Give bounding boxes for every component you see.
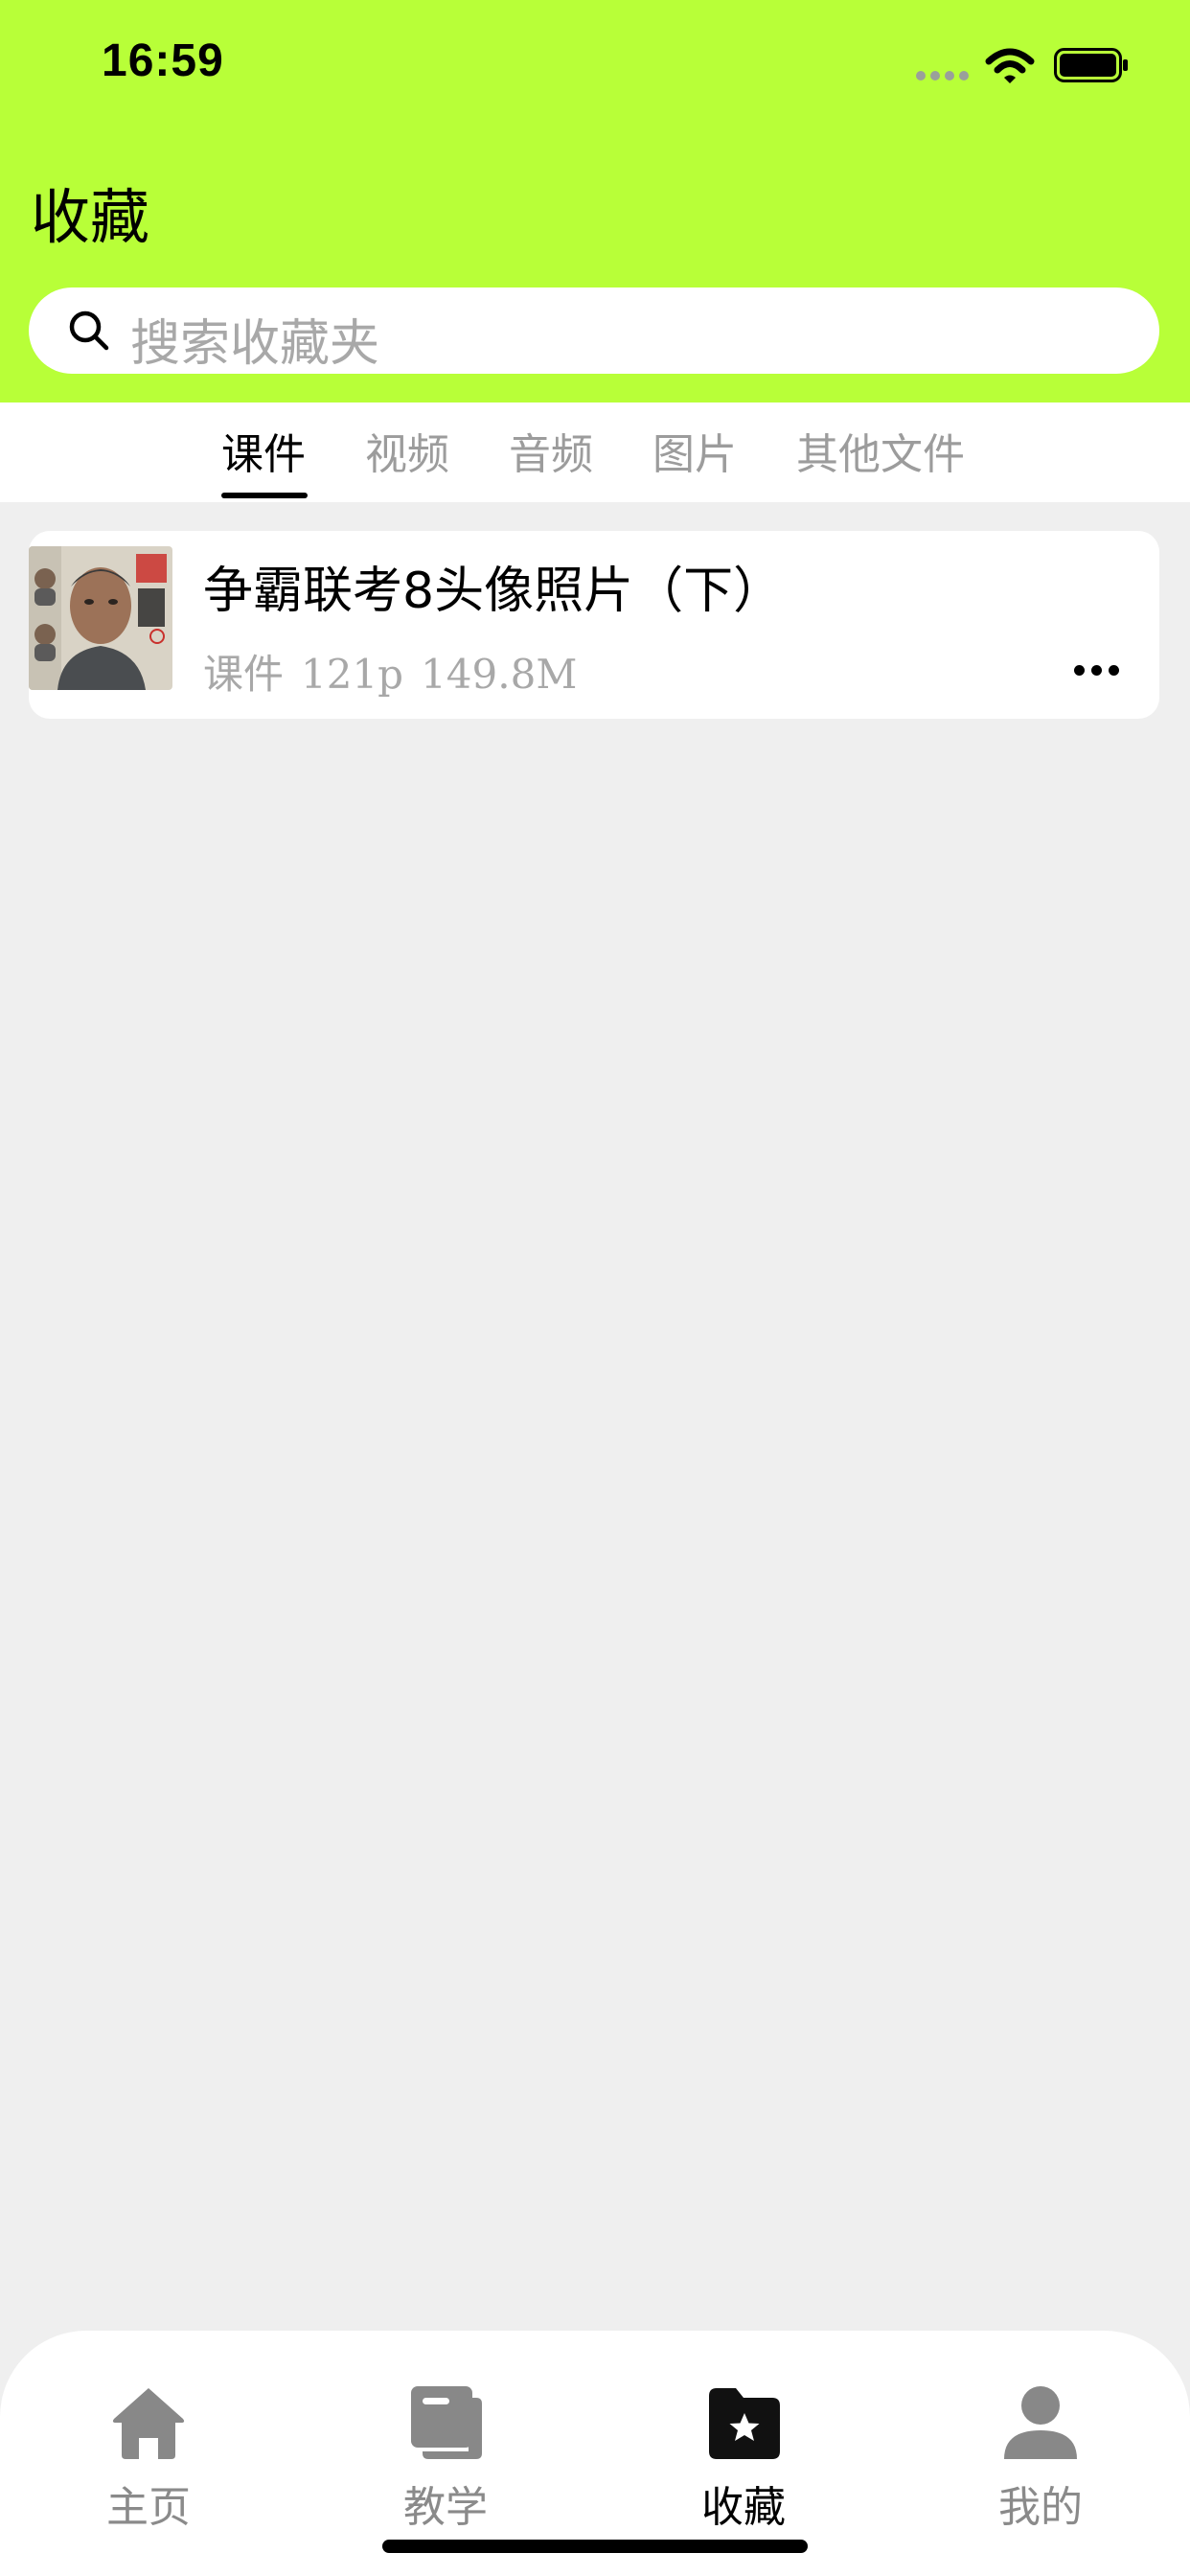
more-icon-dot [1091, 665, 1102, 676]
home-icon [112, 2388, 185, 2459]
search-input[interactable]: 搜索收藏夹 [29, 288, 1159, 374]
list-item[interactable]: 争霸联考8头像照片（下） 课件 121p 149.8M [29, 531, 1159, 719]
search-icon [69, 310, 109, 351]
home-indicator [382, 2540, 808, 2553]
more-options-button[interactable] [1068, 654, 1126, 692]
item-size: 149.8M [421, 651, 578, 698]
nav-item-teaching[interactable]: 教学 [350, 2384, 541, 2532]
wifi-icon [985, 48, 1035, 83]
tab-other-files[interactable]: 其他文件 [796, 420, 965, 481]
teaching-icon [411, 2386, 482, 2459]
tab-audio[interactable]: 音频 [509, 420, 593, 481]
nav-label-profile: 我的 [998, 2483, 1083, 2532]
item-meta: 课件 121p 149.8M [203, 642, 594, 701]
nav-item-profile[interactable]: 我的 [945, 2384, 1136, 2532]
item-title: 争霸联考8头像照片（下） [203, 563, 784, 620]
battery-icon [1054, 48, 1128, 82]
nav-item-favorites[interactable]: 收藏 [648, 2384, 839, 2532]
nav-label-favorites: 收藏 [701, 2483, 786, 2532]
item-pages: 121p [301, 651, 404, 698]
tab-images[interactable]: 图片 [652, 420, 737, 481]
search-placeholder: 搜索收藏夹 [130, 315, 380, 373]
status-time: 16:59 [102, 35, 224, 86]
page-title: 收藏 [31, 182, 150, 252]
more-icon-dot [1109, 665, 1119, 676]
nav-label-teaching: 教学 [403, 2483, 488, 2532]
app-screen: 16:59 收藏 搜索收藏夹 课件 视频 音频 图片 其他文件 争霸联考8头像照… [0, 0, 1190, 2576]
category-tabs: 课件 视频 音频 图片 其他文件 [0, 402, 1190, 502]
item-type: 课件 [203, 651, 285, 698]
nav-item-home[interactable]: 主页 [53, 2384, 244, 2532]
tab-video[interactable]: 视频 [365, 420, 449, 481]
status-bar: 16:59 [0, 0, 1190, 134]
nav-label-home: 主页 [106, 2483, 191, 2532]
more-icon [1074, 665, 1085, 676]
profile-icon [1004, 2386, 1077, 2459]
favorites-folder-icon [709, 2388, 780, 2459]
tab-courseware[interactable]: 课件 [221, 420, 306, 481]
signal-dots-icon [916, 71, 972, 80]
header: 16:59 收藏 搜索收藏夹 [0, 0, 1190, 402]
courseware-thumbnail [29, 546, 172, 690]
active-tab-indicator [221, 493, 308, 498]
